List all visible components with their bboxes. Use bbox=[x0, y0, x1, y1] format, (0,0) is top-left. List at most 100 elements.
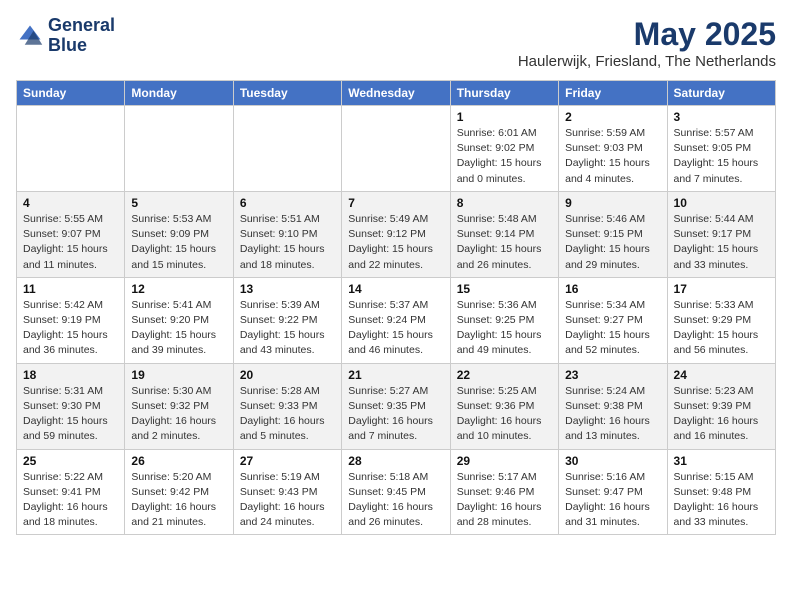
day-number: 31 bbox=[674, 454, 769, 468]
day-number: 9 bbox=[565, 196, 660, 210]
day-number: 2 bbox=[565, 110, 660, 124]
calendar-week-row: 18Sunrise: 5:31 AM Sunset: 9:30 PM Dayli… bbox=[17, 363, 776, 449]
day-detail: Sunrise: 5:51 AM Sunset: 9:10 PM Dayligh… bbox=[240, 212, 335, 273]
day-number: 13 bbox=[240, 282, 335, 296]
day-detail: Sunrise: 5:36 AM Sunset: 9:25 PM Dayligh… bbox=[457, 298, 552, 359]
calendar-cell: 28 Sunrise: 5:18 AM Sunset: 9:45 PM Dayli… bbox=[342, 449, 450, 535]
day-detail: Sunrise: 5:33 AM Sunset: 9:29 PM Dayligh… bbox=[674, 298, 769, 359]
calendar-cell: 24 Sunrise: 5:23 AM Sunset: 9:39 PM Dayli… bbox=[667, 363, 775, 449]
day-number: 23 bbox=[565, 368, 660, 382]
calendar-cell: 14 Sunrise: 5:37 AM Sunset: 9:24 PM Dayli… bbox=[342, 277, 450, 363]
day-detail: Sunrise: 5:49 AM Sunset: 9:12 PM Dayligh… bbox=[348, 212, 443, 273]
day-of-week-header: Monday bbox=[125, 81, 233, 106]
calendar-cell: 25 Sunrise: 5:22 AM Sunset: 9:41 PM Dayli… bbox=[17, 449, 125, 535]
day-of-week-header: Wednesday bbox=[342, 81, 450, 106]
calendar-header-row: SundayMondayTuesdayWednesdayThursdayFrid… bbox=[17, 81, 776, 106]
day-detail: Sunrise: 5:55 AM Sunset: 9:07 PM Dayligh… bbox=[23, 212, 118, 273]
day-number: 26 bbox=[131, 454, 226, 468]
calendar-cell: 13Sunrise: 5:39 AM Sunset: 9:22 PM Dayli… bbox=[233, 277, 341, 363]
calendar-week-row: 11 Sunrise: 5:42 AM Sunset: 9:19 PM Dayli… bbox=[17, 277, 776, 363]
day-detail: Sunrise: 5:22 AM Sunset: 9:41 PM Dayligh… bbox=[23, 470, 118, 531]
location: Haulerwijk, Friesland, The Netherlands bbox=[518, 53, 776, 70]
calendar-cell bbox=[233, 106, 341, 192]
day-detail: Sunrise: 5:37 AM Sunset: 9:24 PM Dayligh… bbox=[348, 298, 443, 359]
calendar-cell: 1Sunrise: 6:01 AM Sunset: 9:02 PM Daylig… bbox=[450, 106, 558, 192]
day-number: 27 bbox=[240, 454, 335, 468]
day-detail: Sunrise: 5:20 AM Sunset: 9:42 PM Dayligh… bbox=[131, 470, 226, 531]
day-detail: Sunrise: 5:34 AM Sunset: 9:27 PM Dayligh… bbox=[565, 298, 660, 359]
day-detail: Sunrise: 5:24 AM Sunset: 9:38 PM Dayligh… bbox=[565, 384, 660, 445]
day-detail: Sunrise: 5:46 AM Sunset: 9:15 PM Dayligh… bbox=[565, 212, 660, 273]
page-header: General Blue May 2025 Haulerwijk, Friesl… bbox=[16, 16, 776, 70]
calendar-cell: 2 Sunrise: 5:59 AM Sunset: 9:03 PM Daylig… bbox=[559, 106, 667, 192]
day-detail: Sunrise: 5:42 AM Sunset: 9:19 PM Dayligh… bbox=[23, 298, 118, 359]
calendar-cell: 8 Sunrise: 5:48 AM Sunset: 9:14 PM Daylig… bbox=[450, 191, 558, 277]
calendar-cell: 27 Sunrise: 5:19 AM Sunset: 9:43 PM Dayli… bbox=[233, 449, 341, 535]
logo-text: General Blue bbox=[48, 16, 115, 56]
calendar-cell: 29Sunrise: 5:17 AM Sunset: 9:46 PM Dayli… bbox=[450, 449, 558, 535]
calendar-cell: 6Sunrise: 5:51 AM Sunset: 9:10 PM Daylig… bbox=[233, 191, 341, 277]
calendar-cell: 16 Sunrise: 5:34 AM Sunset: 9:27 PM Dayli… bbox=[559, 277, 667, 363]
calendar-cell: 18Sunrise: 5:31 AM Sunset: 9:30 PM Dayli… bbox=[17, 363, 125, 449]
day-number: 7 bbox=[348, 196, 443, 210]
calendar-week-row: 4 Sunrise: 5:55 AM Sunset: 9:07 PM Daylig… bbox=[17, 191, 776, 277]
day-detail: Sunrise: 5:18 AM Sunset: 9:45 PM Dayligh… bbox=[348, 470, 443, 531]
title-block: May 2025 Haulerwijk, Friesland, The Neth… bbox=[518, 16, 776, 70]
day-number: 3 bbox=[674, 110, 769, 124]
day-number: 25 bbox=[23, 454, 118, 468]
day-detail: Sunrise: 5:53 AM Sunset: 9:09 PM Dayligh… bbox=[131, 212, 226, 273]
calendar-cell: 11 Sunrise: 5:42 AM Sunset: 9:19 PM Dayli… bbox=[17, 277, 125, 363]
day-of-week-header: Friday bbox=[559, 81, 667, 106]
calendar-cell: 9 Sunrise: 5:46 AM Sunset: 9:15 PM Daylig… bbox=[559, 191, 667, 277]
calendar-cell: 12 Sunrise: 5:41 AM Sunset: 9:20 PM Dayli… bbox=[125, 277, 233, 363]
day-of-week-header: Thursday bbox=[450, 81, 558, 106]
day-detail: Sunrise: 5:59 AM Sunset: 9:03 PM Dayligh… bbox=[565, 126, 660, 187]
calendar-cell: 30 Sunrise: 5:16 AM Sunset: 9:47 PM Dayli… bbox=[559, 449, 667, 535]
day-number: 28 bbox=[348, 454, 443, 468]
day-number: 29 bbox=[457, 454, 552, 468]
day-number: 30 bbox=[565, 454, 660, 468]
day-number: 11 bbox=[23, 282, 118, 296]
calendar-table: SundayMondayTuesdayWednesdayThursdayFrid… bbox=[16, 80, 776, 535]
day-detail: Sunrise: 5:48 AM Sunset: 9:14 PM Dayligh… bbox=[457, 212, 552, 273]
day-number: 18 bbox=[23, 368, 118, 382]
day-detail: Sunrise: 5:44 AM Sunset: 9:17 PM Dayligh… bbox=[674, 212, 769, 273]
calendar-cell: 7 Sunrise: 5:49 AM Sunset: 9:12 PM Daylig… bbox=[342, 191, 450, 277]
calendar-cell bbox=[342, 106, 450, 192]
day-of-week-header: Sunday bbox=[17, 81, 125, 106]
calendar-cell: 4 Sunrise: 5:55 AM Sunset: 9:07 PM Daylig… bbox=[17, 191, 125, 277]
day-number: 15 bbox=[457, 282, 552, 296]
day-number: 19 bbox=[131, 368, 226, 382]
calendar-cell: 23 Sunrise: 5:24 AM Sunset: 9:38 PM Dayli… bbox=[559, 363, 667, 449]
calendar-cell bbox=[125, 106, 233, 192]
day-number: 20 bbox=[240, 368, 335, 382]
calendar-cell: 26 Sunrise: 5:20 AM Sunset: 9:42 PM Dayli… bbox=[125, 449, 233, 535]
day-number: 8 bbox=[457, 196, 552, 210]
day-number: 24 bbox=[674, 368, 769, 382]
day-number: 21 bbox=[348, 368, 443, 382]
day-number: 14 bbox=[348, 282, 443, 296]
day-of-week-header: Saturday bbox=[667, 81, 775, 106]
day-number: 16 bbox=[565, 282, 660, 296]
logo: General Blue bbox=[16, 16, 115, 56]
day-number: 12 bbox=[131, 282, 226, 296]
day-number: 1 bbox=[457, 110, 552, 124]
day-detail: Sunrise: 5:27 AM Sunset: 9:35 PM Dayligh… bbox=[348, 384, 443, 445]
calendar-cell: 5Sunrise: 5:53 AM Sunset: 9:09 PM Daylig… bbox=[125, 191, 233, 277]
day-number: 4 bbox=[23, 196, 118, 210]
calendar-cell: 20 Sunrise: 5:28 AM Sunset: 9:33 PM Dayli… bbox=[233, 363, 341, 449]
month-year: May 2025 bbox=[518, 16, 776, 53]
calendar-cell: 19 Sunrise: 5:30 AM Sunset: 9:32 PM Dayli… bbox=[125, 363, 233, 449]
calendar-week-row: 1Sunrise: 6:01 AM Sunset: 9:02 PM Daylig… bbox=[17, 106, 776, 192]
day-detail: Sunrise: 5:57 AM Sunset: 9:05 PM Dayligh… bbox=[674, 126, 769, 187]
day-detail: Sunrise: 5:28 AM Sunset: 9:33 PM Dayligh… bbox=[240, 384, 335, 445]
day-detail: Sunrise: 5:16 AM Sunset: 9:47 PM Dayligh… bbox=[565, 470, 660, 531]
calendar-cell: 3 Sunrise: 5:57 AM Sunset: 9:05 PM Daylig… bbox=[667, 106, 775, 192]
day-detail: Sunrise: 5:41 AM Sunset: 9:20 PM Dayligh… bbox=[131, 298, 226, 359]
day-detail: Sunrise: 5:19 AM Sunset: 9:43 PM Dayligh… bbox=[240, 470, 335, 531]
day-detail: Sunrise: 5:30 AM Sunset: 9:32 PM Dayligh… bbox=[131, 384, 226, 445]
calendar-week-row: 25 Sunrise: 5:22 AM Sunset: 9:41 PM Dayli… bbox=[17, 449, 776, 535]
day-detail: Sunrise: 5:23 AM Sunset: 9:39 PM Dayligh… bbox=[674, 384, 769, 445]
calendar-cell bbox=[17, 106, 125, 192]
calendar-cell: 21 Sunrise: 5:27 AM Sunset: 9:35 PM Dayli… bbox=[342, 363, 450, 449]
